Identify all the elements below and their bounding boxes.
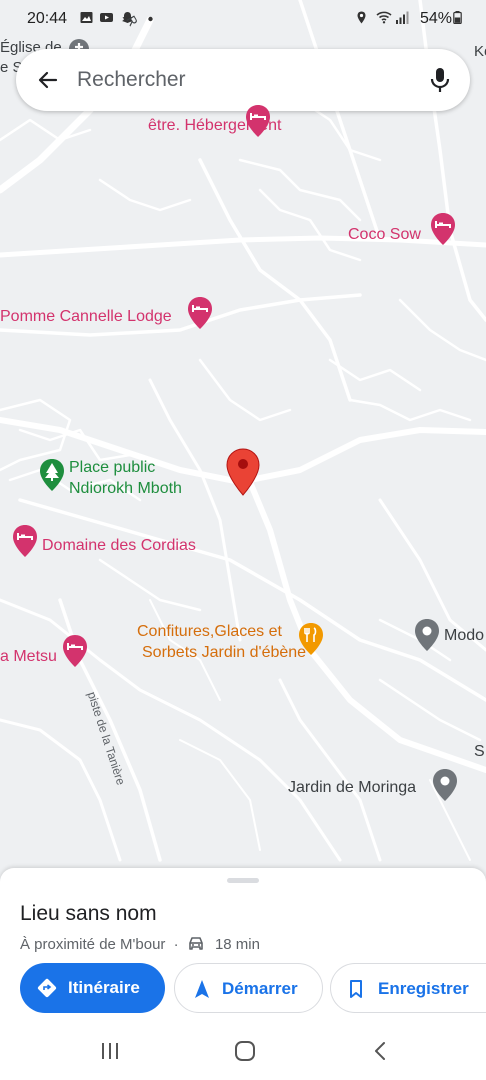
label-place-public-line2[interactable]: Ndiorokh Mboth xyxy=(69,479,182,499)
place-icon[interactable] xyxy=(432,768,458,802)
place-meta: À proximité de M'bour · 18 min xyxy=(20,936,260,953)
dot-icon xyxy=(148,16,153,22)
place-title: Lieu sans nom xyxy=(20,902,157,925)
restaurant-icon[interactable] xyxy=(298,622,324,656)
dropped-pin-icon[interactable] xyxy=(226,448,260,496)
hotel-icon[interactable] xyxy=(187,296,213,330)
microphone-icon[interactable] xyxy=(428,66,452,94)
label-place-public-line1[interactable]: Place public xyxy=(69,458,155,478)
back-icon[interactable] xyxy=(369,1039,393,1063)
save-button[interactable]: Enregistrer xyxy=(330,963,486,1013)
hotel-icon[interactable] xyxy=(430,212,456,246)
status-time: 20:44 xyxy=(27,10,68,27)
signal-icon xyxy=(396,11,409,24)
save-label: Enregistrer xyxy=(378,979,469,998)
system-nav-bar xyxy=(0,1022,486,1080)
bookmark-icon xyxy=(350,980,362,998)
status-bar: 20:44 54% xyxy=(0,0,486,38)
label-coco-sow[interactable]: Coco Sow xyxy=(348,225,421,245)
park-icon[interactable] xyxy=(39,458,65,492)
start-button[interactable]: Démarrer xyxy=(174,963,323,1013)
label-metsu[interactable]: a Metsu xyxy=(0,647,57,667)
wifi-icon xyxy=(376,11,392,24)
directions-button[interactable]: Itinéraire xyxy=(20,963,165,1013)
start-label: Démarrer xyxy=(222,979,298,998)
search-bar[interactable]: Rechercher xyxy=(16,49,470,111)
drag-handle[interactable] xyxy=(227,878,259,883)
search-input[interactable]: Rechercher xyxy=(77,68,186,92)
location-icon xyxy=(357,11,366,24)
home-icon[interactable] xyxy=(233,1039,257,1063)
battery-percent: 54% xyxy=(419,10,452,27)
label-edge-s[interactable]: S xyxy=(474,742,485,762)
label-domaine-cordias[interactable]: Domaine des Cordias xyxy=(42,536,196,556)
back-arrow-icon[interactable] xyxy=(36,68,60,92)
meta-separator: · xyxy=(173,936,179,953)
label-confitures-line2[interactable]: Sorbets Jardin d'ébène xyxy=(142,643,306,663)
navigation-arrow-icon xyxy=(195,980,209,998)
map-view[interactable]: 20:44 54% Église de e S Ke R Rechercher … xyxy=(0,0,486,870)
hotel-icon[interactable] xyxy=(245,104,271,138)
place-icon[interactable] xyxy=(414,618,440,652)
label-edge-ke[interactable]: Ke xyxy=(474,42,486,62)
label-modo[interactable]: Modo xyxy=(444,626,484,646)
recent-apps-icon[interactable] xyxy=(98,1039,122,1063)
hotel-icon[interactable] xyxy=(62,634,88,668)
hotel-icon[interactable] xyxy=(12,524,38,558)
label-jardin-moringa[interactable]: Jardin de Moringa xyxy=(288,778,416,798)
gallery-icon xyxy=(80,12,93,23)
directions-icon xyxy=(37,978,57,998)
directions-label: Itinéraire xyxy=(68,978,140,997)
drive-time: 18 min xyxy=(214,936,260,953)
label-pomme-cannelle[interactable]: Pomme Cannelle Lodge xyxy=(0,307,172,327)
youtube-icon xyxy=(100,13,113,22)
label-confitures-line1[interactable]: Confitures,Glaces et xyxy=(137,622,282,642)
battery-icon xyxy=(453,11,462,24)
car-icon xyxy=(188,937,203,950)
proximity-text: À proximité de M'bour xyxy=(20,936,166,953)
